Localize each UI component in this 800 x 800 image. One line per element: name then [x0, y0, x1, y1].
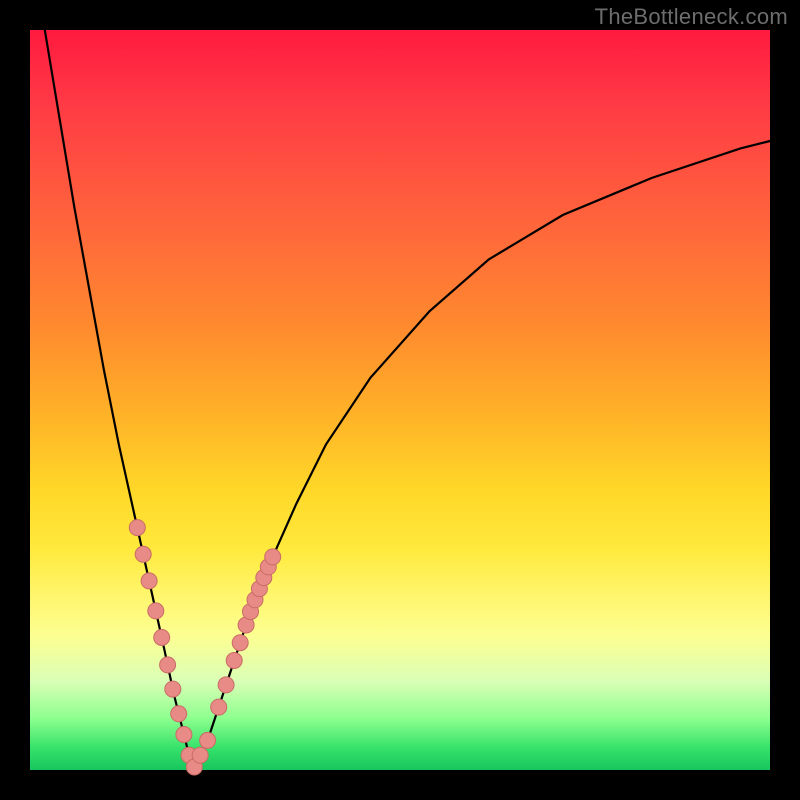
sample-dot: [141, 573, 157, 589]
sample-dot: [135, 546, 151, 562]
sample-dot: [148, 603, 164, 619]
curve-right-branch: [193, 141, 770, 770]
sample-dot: [232, 635, 248, 651]
watermark-text: TheBottleneck.com: [595, 4, 788, 30]
sample-dot: [200, 732, 216, 748]
curve-group: [45, 30, 770, 770]
sample-dot: [171, 706, 187, 722]
chart-overlay: [30, 30, 770, 770]
sample-dot: [218, 677, 234, 693]
sample-dot: [192, 747, 208, 763]
chart-canvas: TheBottleneck.com: [0, 0, 800, 800]
sample-dot: [226, 653, 242, 669]
sample-dot: [265, 549, 281, 565]
sample-dot: [154, 630, 170, 646]
sample-dot: [129, 520, 145, 536]
sample-dot: [211, 699, 227, 715]
sample-dot: [165, 681, 181, 697]
plot-area: [30, 30, 770, 770]
sample-dot: [160, 657, 176, 673]
dot-group: [129, 520, 280, 775]
sample-dot: [176, 727, 192, 743]
